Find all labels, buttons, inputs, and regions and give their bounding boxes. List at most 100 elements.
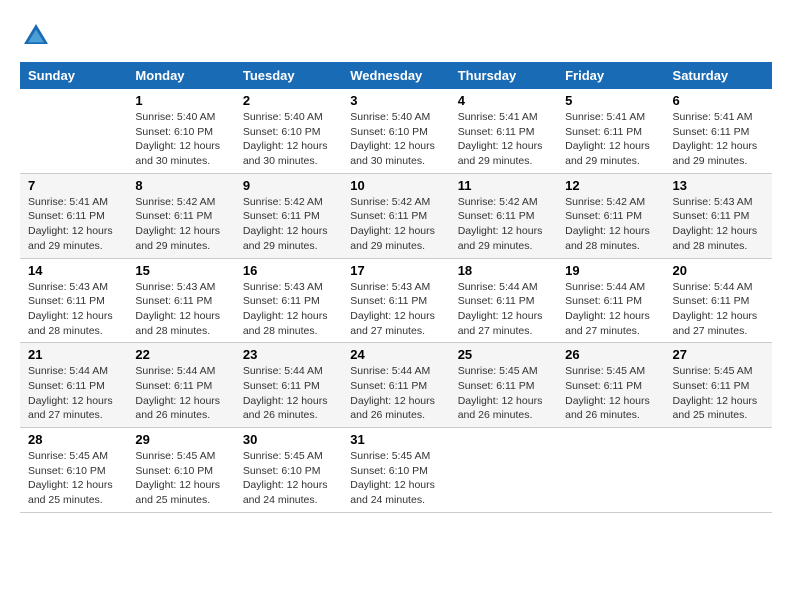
- day-info: Sunrise: 5:44 AMSunset: 6:11 PMDaylight:…: [243, 364, 334, 423]
- day-info: Sunrise: 5:42 AMSunset: 6:11 PMDaylight:…: [243, 195, 334, 254]
- column-header-saturday: Saturday: [665, 62, 772, 89]
- day-number: 9: [243, 178, 334, 193]
- day-number: 3: [350, 93, 441, 108]
- calendar-cell: 12 Sunrise: 5:42 AMSunset: 6:11 PMDayligh…: [557, 173, 664, 258]
- calendar-cell: 31Sunrise: 5:45 AMSunset: 6:10 PMDayligh…: [342, 428, 449, 513]
- calendar-cell: 15 Sunrise: 5:43 AMSunset: 6:11 PMDayligh…: [127, 258, 234, 343]
- calendar-cell: 21 Sunrise: 5:44 AMSunset: 6:11 PMDayligh…: [20, 343, 127, 428]
- calendar-cell: 25Sunrise: 5:45 AMSunset: 6:11 PMDayligh…: [450, 343, 557, 428]
- day-info: Sunrise: 5:45 AMSunset: 6:10 PMDaylight:…: [135, 449, 226, 508]
- logo: [20, 20, 56, 52]
- day-info: Sunrise: 5:45 AMSunset: 6:10 PMDaylight:…: [243, 449, 334, 508]
- calendar-cell: 1Sunrise: 5:40 AMSunset: 6:10 PMDaylight…: [127, 89, 234, 173]
- day-number: 13: [673, 178, 764, 193]
- calendar-cell: 10 Sunrise: 5:42 AMSunset: 6:11 PMDayligh…: [342, 173, 449, 258]
- day-info: Sunrise: 5:41 AMSunset: 6:11 PMDaylight:…: [28, 195, 119, 254]
- day-info: Sunrise: 5:42 AMSunset: 6:11 PMDaylight:…: [458, 195, 549, 254]
- day-info: Sunrise: 5:44 AMSunset: 6:11 PMDaylight:…: [28, 364, 119, 423]
- calendar-cell: 30 Sunrise: 5:45 AMSunset: 6:10 PMDayligh…: [235, 428, 342, 513]
- day-number: 22: [135, 347, 226, 362]
- calendar-cell: 28 Sunrise: 5:45 AMSunset: 6:10 PMDayligh…: [20, 428, 127, 513]
- day-number: 21: [28, 347, 119, 362]
- day-info: Sunrise: 5:44 AMSunset: 6:11 PMDaylight:…: [135, 364, 226, 423]
- day-number: 11: [458, 178, 549, 193]
- day-info: Sunrise: 5:45 AMSunset: 6:10 PMDaylight:…: [28, 449, 119, 508]
- calendar-cell: 7 Sunrise: 5:41 AMSunset: 6:11 PMDaylight…: [20, 173, 127, 258]
- day-info: Sunrise: 5:40 AMSunset: 6:10 PMDaylight:…: [135, 110, 226, 169]
- calendar-cell: 16 Sunrise: 5:43 AMSunset: 6:11 PMDayligh…: [235, 258, 342, 343]
- day-info: Sunrise: 5:43 AMSunset: 6:11 PMDaylight:…: [673, 195, 764, 254]
- page-header: [20, 20, 772, 52]
- day-info: Sunrise: 5:42 AMSunset: 6:11 PMDaylight:…: [565, 195, 656, 254]
- day-number: 20: [673, 263, 764, 278]
- calendar-cell: 5 Sunrise: 5:41 AMSunset: 6:11 PMDaylight…: [557, 89, 664, 173]
- day-number: 29: [135, 432, 226, 447]
- day-info: Sunrise: 5:44 AMSunset: 6:11 PMDaylight:…: [458, 280, 549, 339]
- calendar-cell: 4Sunrise: 5:41 AMSunset: 6:11 PMDaylight…: [450, 89, 557, 173]
- calendar-week-row: 7 Sunrise: 5:41 AMSunset: 6:11 PMDaylight…: [20, 173, 772, 258]
- calendar-cell: 11 Sunrise: 5:42 AMSunset: 6:11 PMDayligh…: [450, 173, 557, 258]
- day-info: Sunrise: 5:44 AMSunset: 6:11 PMDaylight:…: [350, 364, 441, 423]
- day-number: 23: [243, 347, 334, 362]
- day-info: Sunrise: 5:45 AMSunset: 6:11 PMDaylight:…: [458, 364, 549, 423]
- day-info: Sunrise: 5:40 AMSunset: 6:10 PMDaylight:…: [350, 110, 441, 169]
- calendar-cell: 9 Sunrise: 5:42 AMSunset: 6:11 PMDaylight…: [235, 173, 342, 258]
- day-number: 30: [243, 432, 334, 447]
- calendar-cell: 29 Sunrise: 5:45 AMSunset: 6:10 PMDayligh…: [127, 428, 234, 513]
- day-info: Sunrise: 5:41 AMSunset: 6:11 PMDaylight:…: [565, 110, 656, 169]
- calendar-cell: 3 Sunrise: 5:40 AMSunset: 6:10 PMDaylight…: [342, 89, 449, 173]
- calendar-cell: 19 Sunrise: 5:44 AMSunset: 6:11 PMDayligh…: [557, 258, 664, 343]
- day-info: Sunrise: 5:44 AMSunset: 6:11 PMDaylight:…: [565, 280, 656, 339]
- day-info: Sunrise: 5:43 AMSunset: 6:11 PMDaylight:…: [28, 280, 119, 339]
- calendar-cell: [557, 428, 664, 513]
- day-number: 18: [458, 263, 549, 278]
- calendar-week-row: 21 Sunrise: 5:44 AMSunset: 6:11 PMDayligh…: [20, 343, 772, 428]
- day-number: 16: [243, 263, 334, 278]
- day-number: 24: [350, 347, 441, 362]
- day-info: Sunrise: 5:44 AMSunset: 6:11 PMDaylight:…: [673, 280, 764, 339]
- calendar-cell: 17Sunrise: 5:43 AMSunset: 6:11 PMDayligh…: [342, 258, 449, 343]
- calendar-cell: 8 Sunrise: 5:42 AMSunset: 6:11 PMDaylight…: [127, 173, 234, 258]
- calendar-cell: 20 Sunrise: 5:44 AMSunset: 6:11 PMDayligh…: [665, 258, 772, 343]
- day-info: Sunrise: 5:43 AMSunset: 6:11 PMDaylight:…: [243, 280, 334, 339]
- column-header-sunday: Sunday: [20, 62, 127, 89]
- calendar-cell: 26 Sunrise: 5:45 AMSunset: 6:11 PMDayligh…: [557, 343, 664, 428]
- day-info: Sunrise: 5:45 AMSunset: 6:11 PMDaylight:…: [565, 364, 656, 423]
- calendar-cell: 2Sunrise: 5:40 AMSunset: 6:10 PMDaylight…: [235, 89, 342, 173]
- logo-icon: [20, 20, 52, 52]
- calendar-week-row: 1Sunrise: 5:40 AMSunset: 6:10 PMDaylight…: [20, 89, 772, 173]
- calendar-cell: [665, 428, 772, 513]
- day-number: 26: [565, 347, 656, 362]
- calendar-cell: 23 Sunrise: 5:44 AMSunset: 6:11 PMDayligh…: [235, 343, 342, 428]
- day-number: 19: [565, 263, 656, 278]
- day-number: 2: [243, 93, 334, 108]
- column-header-monday: Monday: [127, 62, 234, 89]
- calendar-cell: 14 Sunrise: 5:43 AMSunset: 6:11 PMDayligh…: [20, 258, 127, 343]
- day-number: 14: [28, 263, 119, 278]
- calendar-cell: 18 Sunrise: 5:44 AMSunset: 6:11 PMDayligh…: [450, 258, 557, 343]
- day-number: 28: [28, 432, 119, 447]
- day-number: 4: [458, 93, 549, 108]
- calendar-header-row: SundayMondayTuesdayWednesdayThursdayFrid…: [20, 62, 772, 89]
- day-number: 15: [135, 263, 226, 278]
- column-header-thursday: Thursday: [450, 62, 557, 89]
- day-info: Sunrise: 5:45 AMSunset: 6:11 PMDaylight:…: [673, 364, 764, 423]
- calendar-cell: [20, 89, 127, 173]
- day-number: 6: [673, 93, 764, 108]
- day-info: Sunrise: 5:42 AMSunset: 6:11 PMDaylight:…: [135, 195, 226, 254]
- day-number: 8: [135, 178, 226, 193]
- day-info: Sunrise: 5:45 AMSunset: 6:10 PMDaylight:…: [350, 449, 441, 508]
- day-info: Sunrise: 5:43 AMSunset: 6:11 PMDaylight:…: [135, 280, 226, 339]
- day-number: 12: [565, 178, 656, 193]
- day-number: 10: [350, 178, 441, 193]
- day-info: Sunrise: 5:42 AMSunset: 6:11 PMDaylight:…: [350, 195, 441, 254]
- calendar-cell: 22 Sunrise: 5:44 AMSunset: 6:11 PMDayligh…: [127, 343, 234, 428]
- calendar-cell: 27 Sunrise: 5:45 AMSunset: 6:11 PMDayligh…: [665, 343, 772, 428]
- day-number: 27: [673, 347, 764, 362]
- calendar-cell: [450, 428, 557, 513]
- day-number: 5: [565, 93, 656, 108]
- day-number: 7: [28, 178, 119, 193]
- column-header-friday: Friday: [557, 62, 664, 89]
- calendar-week-row: 28 Sunrise: 5:45 AMSunset: 6:10 PMDayligh…: [20, 428, 772, 513]
- day-info: Sunrise: 5:43 AMSunset: 6:11 PMDaylight:…: [350, 280, 441, 339]
